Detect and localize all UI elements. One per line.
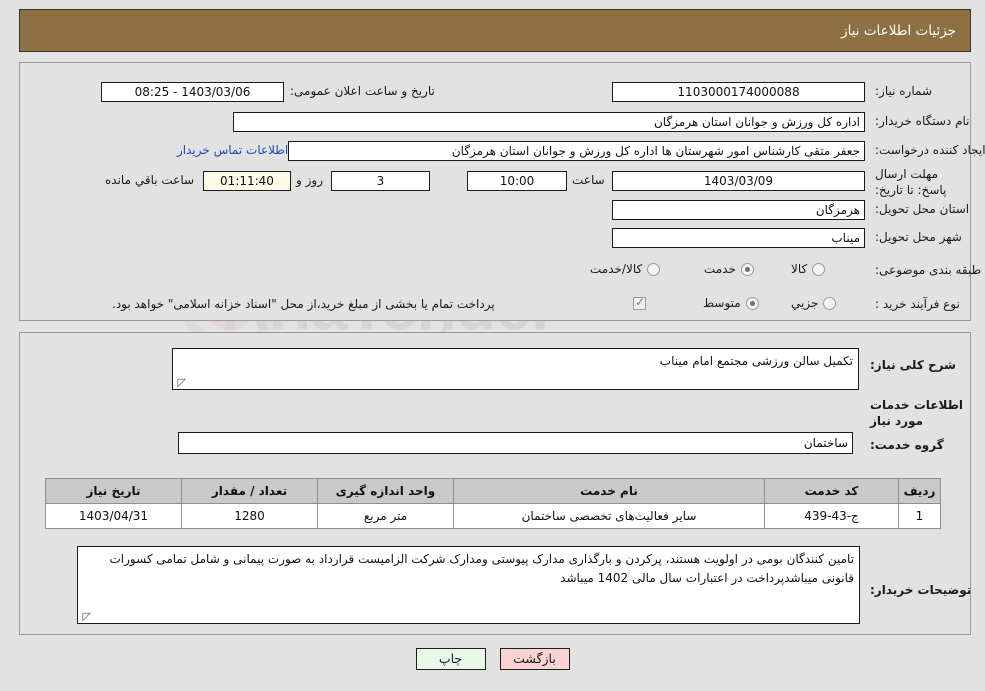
- category-option-kala[interactable]: کالا: [791, 262, 826, 276]
- public-announce-label-wrap: تاریخ و ساعت اعلان عمومی:: [290, 83, 435, 99]
- city-label-wrap: شهر محل تحویل:: [875, 229, 962, 245]
- cell-quantity: 1280: [181, 503, 318, 529]
- general-desc-value: تکمیل سالن ورزشی مجتمع امام میناب: [659, 354, 853, 368]
- province-field[interactable]: هرمزگان: [612, 200, 865, 220]
- process-label-jozi: جزیي: [791, 296, 819, 310]
- city-field[interactable]: میناب: [612, 228, 865, 248]
- need-number-row: شماره نیاز:: [875, 83, 932, 99]
- services-info-title: اطلاعات خدمات مورد نیاز: [870, 398, 964, 429]
- public-announce-field[interactable]: 1403/03/06 - 08:25: [101, 82, 284, 102]
- province-label: استان محل تحویل:: [875, 202, 970, 216]
- buyer-contact-link[interactable]: اطلاعات تماس خریدار: [177, 143, 288, 157]
- resize-grip-icon-notes[interactable]: ◸: [81, 611, 91, 622]
- page-root: AriaTender .net جزئیات اطلاعات نیاز شمار…: [0, 0, 985, 691]
- category-radio-kala-khedmat[interactable]: [647, 262, 661, 276]
- category-label-kala: کالا: [791, 262, 808, 276]
- buyer-org-label-wrap: نام دستگاه خریدار:: [875, 113, 970, 129]
- hour-field[interactable]: 10:00: [467, 171, 567, 191]
- col-need-date: تاریخ نیاز: [45, 478, 182, 504]
- cell-service-code: ج-43-439: [764, 503, 899, 529]
- col-row-no: ردیف: [898, 478, 941, 504]
- category-radio-khedmat[interactable]: [740, 262, 754, 276]
- remaining-label: ساعت باقي مانده: [105, 173, 195, 187]
- cell-unit: متر مربع: [317, 503, 454, 529]
- col-unit: واحد اندازه گیری: [317, 478, 454, 504]
- need-number-field[interactable]: 1103000174000088: [612, 82, 865, 102]
- treasury-note: پرداخت تمام یا بخشی از مبلغ خرید،از محل …: [112, 297, 495, 311]
- days-field[interactable]: 3: [331, 171, 430, 191]
- col-service-name: نام خدمت: [453, 478, 765, 504]
- process-label-motavasset: متوسط: [703, 296, 741, 310]
- process-radio-jozi[interactable]: [823, 296, 837, 310]
- category-option-kala-khedmat[interactable]: کالا/خدمت: [590, 262, 661, 276]
- category-label-khedmat: خدمت: [704, 262, 736, 276]
- city-label: شهر محل تحویل:: [875, 230, 962, 244]
- need-number-label: شماره نیاز:: [875, 84, 932, 98]
- services-table: ردیف کد خدمت نام خدمت واحد اندازه گیری ت…: [45, 478, 941, 529]
- page-header: جزئیات اطلاعات نیاز: [19, 9, 971, 52]
- service-group-field[interactable]: ساختمان: [178, 432, 853, 454]
- process-label-wrap: نوع فرآیند خرید :: [875, 296, 960, 312]
- category-option-khedmat[interactable]: خدمت: [704, 262, 754, 276]
- process-option-motavasset[interactable]: متوسط: [703, 296, 759, 310]
- creator-field[interactable]: جعفر متقی کارشناس امور شهرستان ها اداره …: [288, 141, 865, 161]
- print-button[interactable]: چاپ: [415, 648, 486, 670]
- process-option-jozi[interactable]: جزیي: [791, 296, 837, 310]
- deadline-label: مهلت ارسال پاسخ: تا تاریخ:: [875, 167, 947, 198]
- category-radio-kala[interactable]: [812, 262, 826, 276]
- page-title: جزئیات اطلاعات نیاز: [841, 22, 956, 39]
- creator-label: ایجاد کننده درخواست:: [875, 143, 985, 157]
- buyer-notes-textarea[interactable]: تامین کنندگان بومی در اولویت هستند، پرکر…: [77, 546, 860, 624]
- col-quantity: تعداد / مقدار: [181, 478, 318, 504]
- cell-need-date: 1403/04/31: [45, 503, 182, 529]
- buyer-notes-value: تامین کنندگان بومی در اولویت هستند، پرکر…: [109, 552, 854, 585]
- category-label: طبقه بندی موضوعی:: [875, 263, 982, 277]
- table-header-row: ردیف کد خدمت نام خدمت واحد اندازه گیری ت…: [45, 478, 941, 504]
- general-desc-label: شرح کلی نیاز:: [870, 358, 956, 372]
- buyer-org-label: نام دستگاه خریدار:: [875, 114, 970, 128]
- table-row[interactable]: 1 ج-43-439 سایر فعالیت‌های تخصصی ساختمان…: [45, 503, 941, 529]
- category-label-kala-khedmat: کالا/خدمت: [590, 262, 643, 276]
- cell-service-name: سایر فعالیت‌های تخصصی ساختمان: [453, 503, 765, 529]
- deadline-label-wrap: مهلت ارسال پاسخ: تا تاریخ:: [875, 166, 961, 198]
- creator-label-wrap: ایجاد کننده درخواست:: [875, 142, 985, 158]
- footer-buttons: بازگشت چاپ: [0, 648, 985, 670]
- province-label-wrap: استان محل تحویل:: [875, 201, 969, 217]
- resize-grip-icon[interactable]: ◸: [176, 377, 186, 388]
- cell-row-no: 1: [898, 503, 941, 529]
- public-announce-label: تاریخ و ساعت اعلان عمومی:: [290, 84, 435, 98]
- col-service-code: کد خدمت: [764, 478, 899, 504]
- category-label-wrap: طبقه بندی موضوعی:: [875, 262, 981, 278]
- buyer-notes-label: توضیحات خریدار:: [870, 583, 972, 597]
- service-group-label: گروه خدمت:: [870, 438, 944, 452]
- hour-label: ساعت: [572, 173, 605, 187]
- back-button[interactable]: بازگشت: [499, 648, 570, 670]
- general-desc-textarea[interactable]: تکمیل سالن ورزشی مجتمع امام میناب ◸: [172, 348, 859, 390]
- process-label: نوع فرآیند خرید :: [875, 297, 960, 311]
- deadline-date-field[interactable]: 1403/03/09: [612, 171, 865, 191]
- treasury-checkbox[interactable]: [633, 295, 646, 310]
- days-label: روز و: [296, 173, 323, 187]
- process-radio-motavasset[interactable]: [745, 296, 759, 310]
- buyer-org-field[interactable]: اداره کل ورزش و جوانان استان هرمزگان: [233, 112, 865, 132]
- countdown-field: 01:11:40: [203, 171, 291, 191]
